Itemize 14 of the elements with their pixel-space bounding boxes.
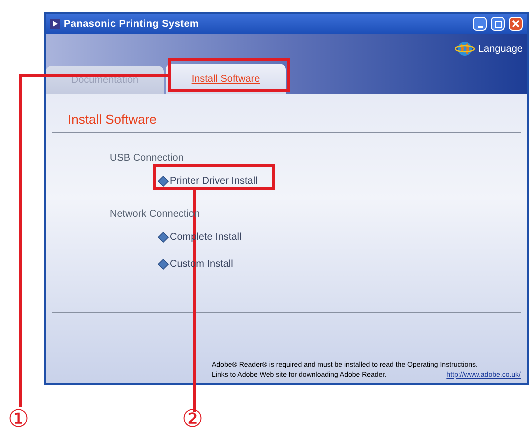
diamond-icon bbox=[158, 232, 169, 242]
diamond-icon bbox=[158, 176, 169, 186]
group-label: USB Connection bbox=[110, 152, 184, 166]
app-icon bbox=[50, 19, 60, 29]
close-icon bbox=[512, 20, 520, 28]
close-button[interactable] bbox=[509, 17, 523, 31]
diamond-icon bbox=[158, 258, 169, 270]
section-title: Install Software bbox=[52, 110, 521, 132]
globe-icon bbox=[454, 40, 474, 58]
language-link[interactable]: Language bbox=[478, 42, 523, 56]
window-title: Panasonic Printing System bbox=[64, 18, 200, 32]
install-link[interactable]: Printer Driver Install bbox=[158, 174, 258, 188]
maximize-button[interactable] bbox=[491, 17, 505, 31]
minimize-button[interactable] bbox=[473, 17, 487, 31]
